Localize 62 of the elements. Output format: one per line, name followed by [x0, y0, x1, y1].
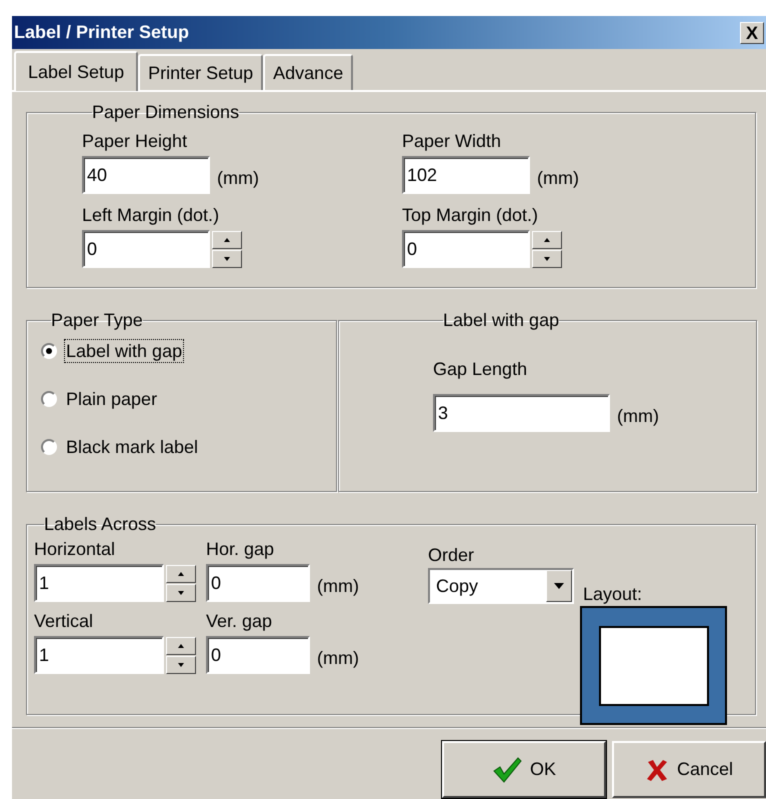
field-label: Horizontal: [34, 538, 116, 560]
field-label: Ver. gap: [206, 610, 274, 632]
unit-label: (mm): [317, 646, 359, 670]
unit-label: (mm): [217, 166, 259, 190]
cancel-button[interactable]: Cancel: [612, 741, 766, 798]
input-field[interactable]: 3: [433, 394, 610, 432]
field-label: Left Margin (dot.): [82, 204, 220, 226]
unit-label: (mm): [617, 404, 659, 428]
down-arrow-icon: [544, 256, 550, 260]
up-arrow-icon: [178, 644, 184, 648]
cross-icon: [644, 758, 669, 782]
spin-up-button[interactable]: [166, 564, 196, 582]
radio-button[interactable]: [41, 391, 57, 407]
dropdown-value: Copy: [436, 574, 478, 598]
field-label: Paper Height: [82, 130, 188, 152]
radio-button[interactable]: [41, 343, 57, 359]
spin-up-button[interactable]: [532, 230, 562, 248]
unit-label: (mm): [317, 574, 359, 598]
spin-down-button[interactable]: [532, 250, 562, 268]
field-label: Top Margin (dot.): [402, 204, 540, 226]
radio-label: Label with gap: [65, 340, 184, 362]
down-arrow-icon: [224, 256, 230, 260]
spin-up-button[interactable]: [166, 636, 196, 654]
up-arrow-icon: [544, 238, 550, 242]
input-field[interactable]: 0: [206, 636, 310, 674]
radio-label: Plain paper: [65, 388, 158, 410]
spin-down-button[interactable]: [212, 250, 242, 268]
group-title: Paper Type: [51, 310, 143, 330]
input-field[interactable]: 1: [34, 636, 164, 674]
group-title: Label with gap: [443, 310, 560, 330]
order-dropdown[interactable]: Copy: [428, 568, 574, 604]
field-label: Gap Length: [433, 358, 528, 380]
unit-label: (mm): [537, 166, 579, 190]
down-arrow-icon: [178, 662, 184, 666]
radio-button[interactable]: [41, 439, 57, 455]
input-field[interactable]: 1: [34, 564, 164, 602]
input-field[interactable]: 40: [82, 156, 210, 194]
spin-up-button[interactable]: [212, 230, 242, 248]
up-arrow-icon: [178, 572, 184, 576]
field-label: Hor. gap: [206, 538, 276, 560]
check-icon: [492, 756, 522, 782]
down-arrow-icon: [178, 590, 184, 594]
radio-label: Black mark label: [65, 436, 200, 458]
input-field[interactable]: 102: [402, 156, 530, 194]
input-field[interactable]: 0: [82, 230, 210, 268]
field-label: Layout:: [583, 584, 644, 604]
field-label: Order: [428, 544, 476, 566]
close-button[interactable]: X: [740, 22, 764, 44]
window-title: Label / Printer Setup: [14, 21, 190, 44]
spin-down-button[interactable]: [166, 584, 196, 602]
tab[interactable]: Advance: [263, 54, 354, 90]
tab[interactable]: Label Setup: [14, 51, 138, 91]
field-label: Paper Width: [402, 130, 502, 152]
spin-down-button[interactable]: [166, 656, 196, 674]
group-title: Paper Dimensions: [92, 102, 240, 122]
field-label: Vertical: [34, 610, 94, 632]
ok-button[interactable]: OK: [442, 741, 606, 798]
input-field[interactable]: 0: [402, 230, 530, 268]
input-field[interactable]: 0: [206, 564, 310, 602]
group-title: Labels Across: [44, 514, 156, 534]
up-arrow-icon: [224, 238, 230, 242]
tab[interactable]: Printer Setup: [138, 54, 264, 90]
